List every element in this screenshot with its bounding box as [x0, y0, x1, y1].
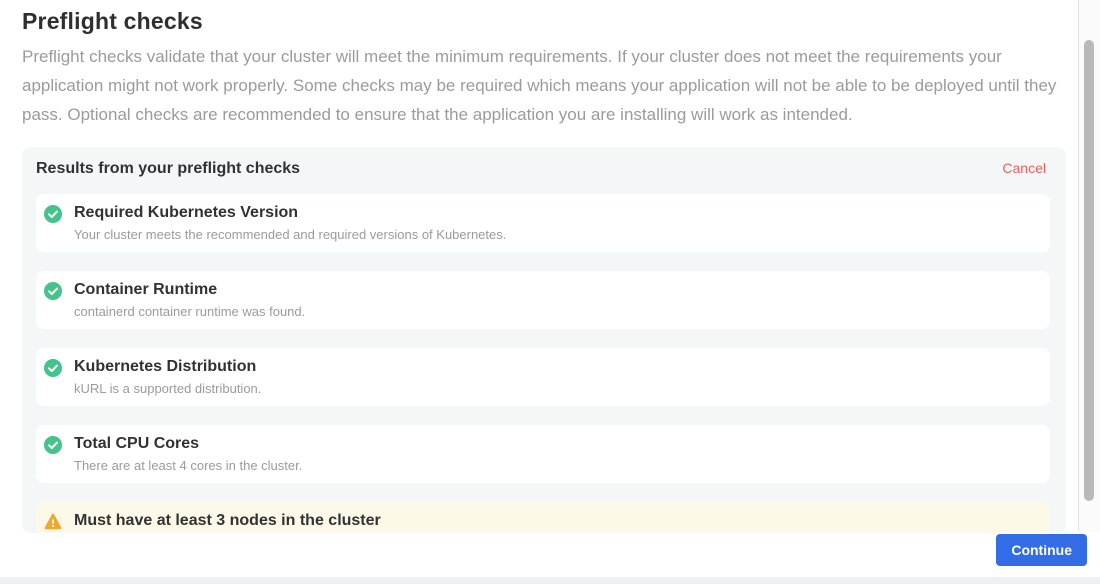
check-circle-icon: [44, 436, 62, 454]
checks-list: Required Kubernetes Version Your cluster…: [22, 178, 1066, 533]
check-text: Must have at least 3 nodes in the cluste…: [74, 511, 381, 533]
cancel-button[interactable]: Cancel: [1002, 160, 1046, 176]
check-result-item: Container Runtime containerd container r…: [36, 271, 1050, 329]
check-result-item: Kubernetes Distribution kURL is a suppor…: [36, 348, 1050, 406]
check-text: Container Runtime containerd container r…: [74, 280, 305, 319]
check-text: Required Kubernetes Version Your cluster…: [74, 203, 506, 242]
panel-header: Results from your preflight checks Cance…: [22, 147, 1066, 178]
check-message: kURL is a supported distribution.: [74, 381, 261, 396]
check-text: Kubernetes Distribution kURL is a suppor…: [74, 357, 261, 396]
page-title: Preflight checks: [22, 8, 1078, 35]
check-text: Total CPU Cores There are at least 4 cor…: [74, 434, 302, 473]
check-circle-icon: [44, 205, 62, 223]
check-title: Must have at least 3 nodes in the cluste…: [74, 511, 381, 530]
warning-triangle-icon: [44, 513, 62, 531]
check-title: Container Runtime: [74, 280, 305, 299]
vertical-scrollbar[interactable]: [1078, 0, 1100, 531]
check-circle-icon: [44, 359, 62, 377]
check-result-item: Must have at least 3 nodes in the cluste…: [36, 502, 1050, 533]
scrollbar-thumb[interactable]: [1084, 40, 1094, 501]
bottom-divider: [0, 577, 1100, 584]
preflight-page: Preflight checks Preflight checks valida…: [0, 0, 1100, 584]
check-circle-icon: [44, 282, 62, 300]
check-result-item: Total CPU Cores There are at least 4 cor…: [36, 425, 1050, 483]
check-message: containerd container runtime was found.: [74, 304, 305, 319]
check-message: Your cluster meets the recommended and r…: [74, 227, 506, 242]
page-description: Preflight checks validate that your clus…: [22, 42, 1062, 129]
check-result-item: Required Kubernetes Version Your cluster…: [36, 194, 1050, 252]
main-content: Preflight checks Preflight checks valida…: [0, 0, 1078, 531]
continue-button[interactable]: Continue: [996, 534, 1087, 566]
check-title: Kubernetes Distribution: [74, 357, 261, 376]
check-title: Required Kubernetes Version: [74, 203, 506, 222]
results-heading: Results from your preflight checks: [36, 160, 300, 178]
check-message: There are at least 4 cores in the cluste…: [74, 458, 302, 473]
check-title: Total CPU Cores: [74, 434, 302, 453]
preflight-results-panel: Results from your preflight checks Cance…: [22, 147, 1066, 533]
